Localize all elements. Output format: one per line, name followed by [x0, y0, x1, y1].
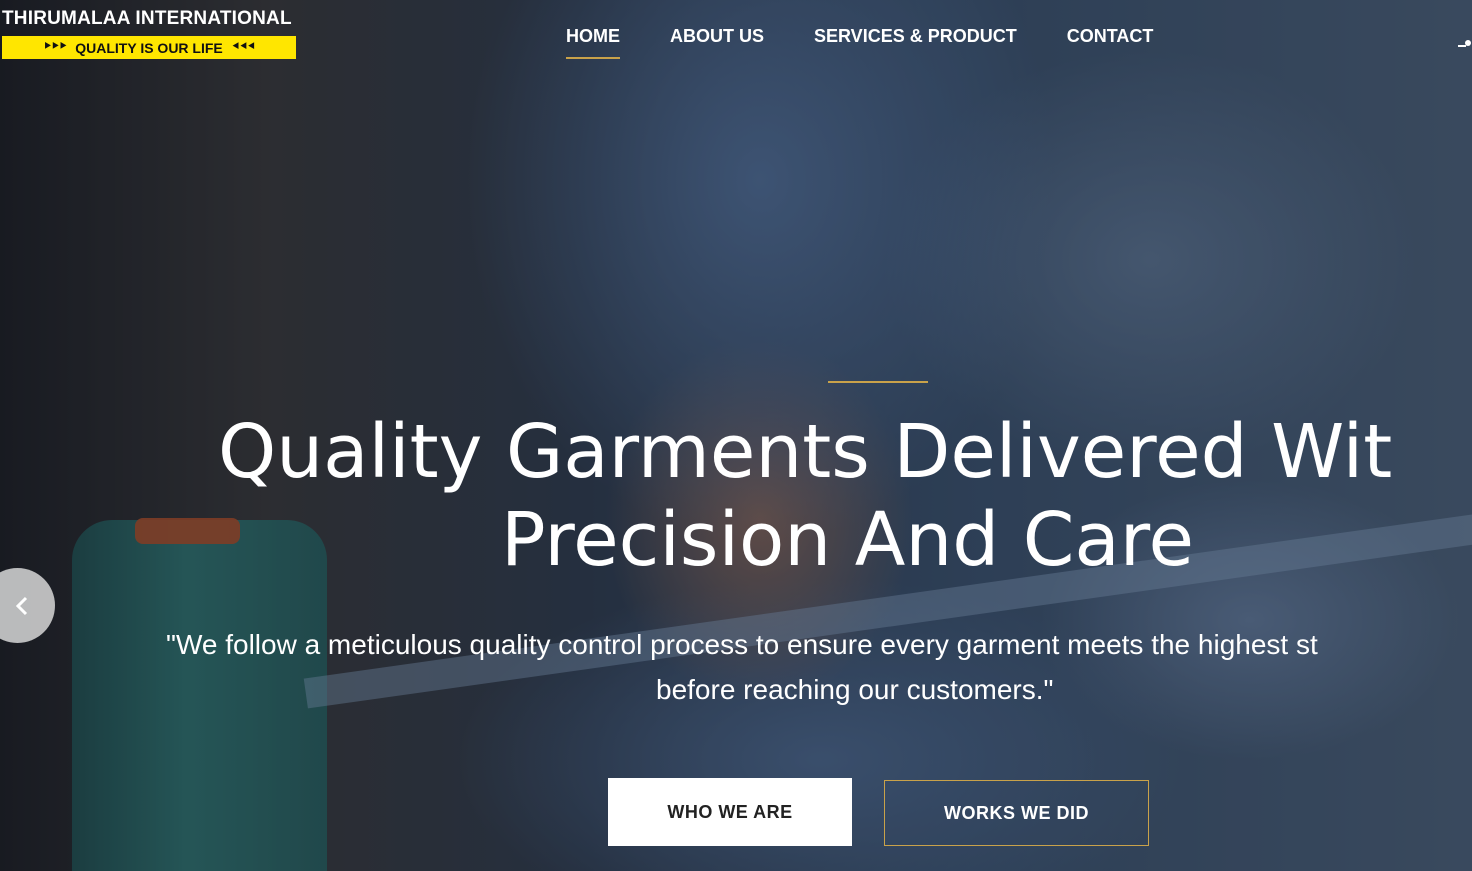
hero-headline: Quality Garments Delivered Wit Precision…	[218, 408, 1472, 584]
hero-quote-line2: before reaching our customers."	[656, 674, 1054, 705]
nav-item-home[interactable]: HOME	[566, 26, 620, 59]
brand-logo[interactable]: THIRUMALAA INTERNATIONAL ⯈⯈⯈ QUALITY IS …	[0, 8, 296, 59]
nav-item-contact[interactable]: CONTACT	[1067, 26, 1154, 59]
chevron-left-icon	[15, 596, 28, 615]
brand-tagline: QUALITY IS OUR LIFE	[75, 39, 223, 56]
main-nav: HOME ABOUT US SERVICES & PRODUCT CONTACT	[566, 26, 1153, 59]
hero-quote-line1: "We follow a meticulous quality control …	[166, 629, 1318, 660]
hero-headline-line1: Quality Garments Delivered Wit	[218, 409, 1393, 495]
tag-arrows-right-icon: ⯇⯇⯇	[231, 41, 256, 53]
nav-item-about-us[interactable]: ABOUT US	[670, 26, 764, 59]
nav-item-services-product[interactable]: SERVICES & PRODUCT	[814, 26, 1017, 59]
brand-name: THIRUMALAA INTERNATIONAL	[2, 8, 292, 29]
who-we-are-button[interactable]: WHO WE ARE	[608, 778, 852, 846]
search-icon[interactable]	[1458, 36, 1472, 47]
works-we-did-button[interactable]: WORKS WE DID	[884, 780, 1149, 846]
hero-quote: "We follow a meticulous quality control …	[166, 622, 1472, 712]
hero-headline-line2: Precision And Care	[501, 497, 1195, 583]
headline-divider	[828, 381, 928, 383]
brand-tagline-badge: ⯈⯈⯈ QUALITY IS OUR LIFE ⯇⯇⯇	[2, 36, 296, 59]
tag-arrows-left-icon: ⯈⯈⯈	[42, 41, 67, 53]
